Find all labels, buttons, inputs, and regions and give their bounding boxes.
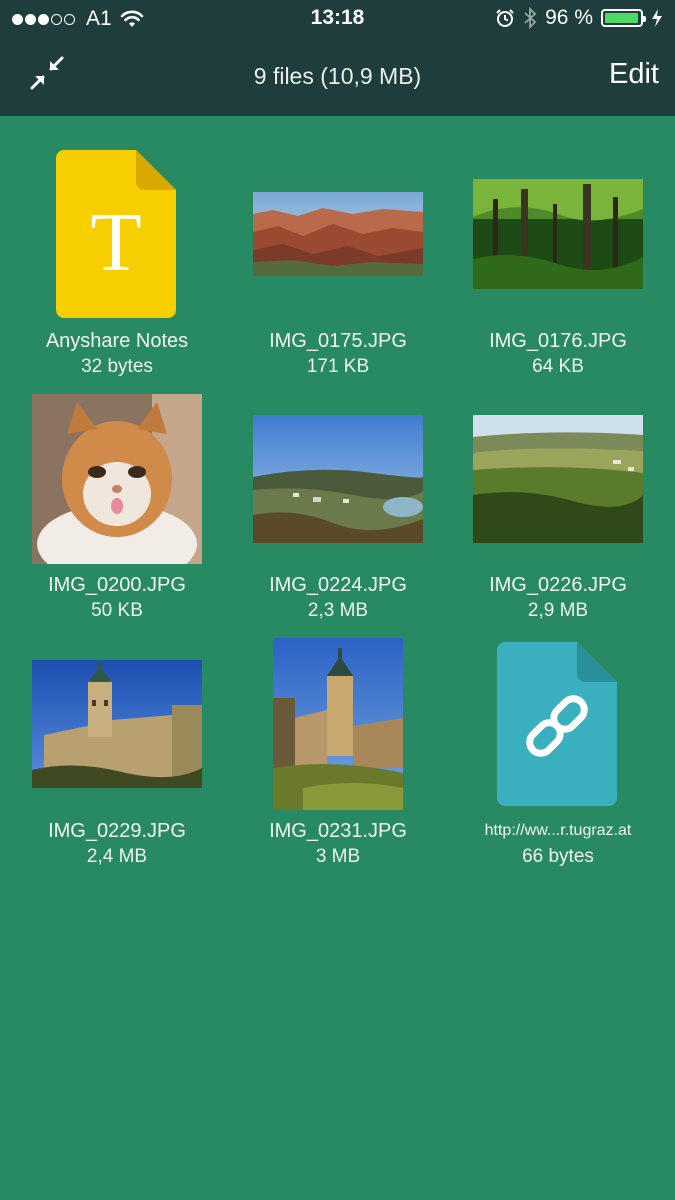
file-size: 3 MB bbox=[315, 846, 361, 867]
alarm-icon bbox=[496, 9, 514, 27]
forest-photo-thumbnail bbox=[473, 179, 643, 289]
charging-bolt-icon bbox=[652, 9, 662, 27]
file-size: 2,9 MB bbox=[527, 600, 589, 621]
battery-percent: 96 % bbox=[545, 6, 593, 29]
file-size: 32 bytes bbox=[81, 356, 153, 377]
file-size: 2,4 MB bbox=[86, 846, 148, 867]
file-size: 171 KB bbox=[306, 356, 370, 377]
page-title: 9 files (10,9 MB) bbox=[253, 63, 422, 89]
file-name: Anyshare Notes bbox=[45, 330, 189, 352]
file-name: http://ww...r.tugraz.at bbox=[484, 822, 632, 839]
file-size: 64 KB bbox=[532, 356, 584, 377]
file-icon-letter: T bbox=[90, 196, 141, 289]
status-bar: A1 13:18 96 % bbox=[0, 0, 675, 38]
bluetooth-icon bbox=[524, 7, 537, 29]
castle-tower-photo-thumbnail bbox=[273, 638, 403, 810]
nav-bar: 9 files (10,9 MB) Edit bbox=[0, 38, 675, 116]
file-size: 50 KB bbox=[91, 600, 143, 621]
link-file-icon bbox=[497, 642, 617, 806]
file-name: IMG_0200.JPG bbox=[48, 574, 186, 596]
file-name: IMG_0176.JPG bbox=[489, 330, 627, 352]
status-right: 96 % bbox=[495, 6, 663, 30]
cat-photo-thumbnail bbox=[32, 394, 202, 564]
edit-button[interactable]: Edit bbox=[609, 58, 659, 91]
valley-photo-thumbnail bbox=[473, 415, 643, 543]
town-lake-photo-thumbnail bbox=[253, 415, 423, 543]
castle-photo-thumbnail bbox=[32, 660, 202, 788]
file-size: 66 bytes bbox=[522, 846, 594, 867]
file-name: IMG_0229.JPG bbox=[48, 820, 186, 842]
canyon-photo-thumbnail bbox=[253, 192, 423, 276]
file-size: 2,3 MB bbox=[307, 600, 369, 621]
file-name: IMG_0224.JPG bbox=[269, 574, 407, 596]
file-name: IMG_0231.JPG bbox=[269, 820, 407, 842]
file-name: IMG_0175.JPG bbox=[269, 330, 407, 352]
file-name: IMG_0226.JPG bbox=[489, 574, 627, 596]
text-file-icon: T bbox=[56, 150, 176, 318]
battery-fill bbox=[605, 13, 638, 23]
battery-icon bbox=[601, 9, 646, 27]
